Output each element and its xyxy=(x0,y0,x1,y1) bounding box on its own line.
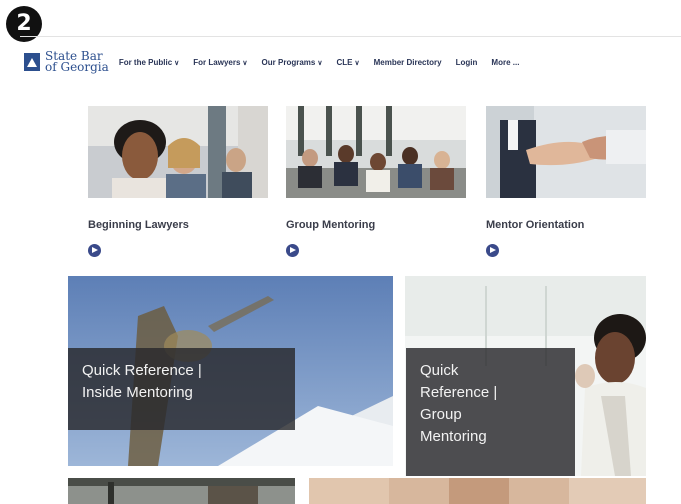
tile-label-line: Group xyxy=(420,406,462,423)
chevron-down-icon: ∨ xyxy=(174,59,180,67)
nav-for-the-public[interactable]: For the Public ∨ xyxy=(119,58,179,67)
mentor-orientation-photo xyxy=(486,106,646,198)
bottom-tile-left[interactable] xyxy=(68,478,295,504)
nav-our-programs[interactable]: Our Programs ∨ xyxy=(262,58,323,67)
site-logo[interactable]: State Bar of Georgia xyxy=(24,50,109,74)
mentor-orientation-image[interactable] xyxy=(486,106,646,198)
logo-text: State Bar of Georgia xyxy=(45,50,109,74)
nav-label: For Lawyers xyxy=(193,57,241,67)
card-title-mentor-orientation[interactable]: Mentor Orientation xyxy=(486,219,584,231)
card-title-beginning-lawyers[interactable]: Beginning Lawyers xyxy=(88,219,189,231)
chevron-down-icon: ∨ xyxy=(317,59,323,67)
arrow-right-icon[interactable] xyxy=(486,244,499,257)
inside-mentoring-tile[interactable]: Quick Reference | Inside Mentoring xyxy=(68,276,393,466)
logo-line2: of Georgia xyxy=(45,60,109,74)
nav-label: For the Public xyxy=(118,57,173,67)
card-title-group-mentoring[interactable]: Group Mentoring xyxy=(286,219,375,231)
arrow-right-icon[interactable] xyxy=(88,244,101,257)
beginning-lawyers-photo xyxy=(88,106,268,198)
nav-label: Login xyxy=(455,57,478,67)
nav-label: CLE xyxy=(336,57,353,67)
chevron-down-icon: ∨ xyxy=(242,59,248,67)
group-mentoring-photo xyxy=(286,106,466,198)
nav-member-directory[interactable]: Member Directory xyxy=(374,58,442,67)
header-divider xyxy=(20,36,681,37)
bottom-right-photo xyxy=(309,478,646,504)
nav-more[interactable]: More ... xyxy=(491,58,519,67)
tile-label-line: Quick Reference | xyxy=(82,362,202,379)
nav-label: Member Directory xyxy=(373,57,442,67)
arrow-right-icon[interactable] xyxy=(286,244,299,257)
top-nav: State Bar of Georgia For the Public ∨ For… xyxy=(24,48,681,76)
nav-login[interactable]: Login xyxy=(456,58,478,67)
tile-label-line: Mentoring xyxy=(420,428,487,445)
group-mentoring-label: Quick Reference | Group Mentoring xyxy=(406,348,575,476)
tile-label-line: Inside Mentoring xyxy=(82,384,193,401)
nav-label: More ... xyxy=(491,57,520,67)
nav-cle[interactable]: CLE ∨ xyxy=(336,58,359,67)
state-bar-logo-icon xyxy=(24,53,40,71)
tile-label-line: Reference | xyxy=(420,384,498,401)
beginning-lawyers-image[interactable] xyxy=(88,106,268,198)
bottom-tile-right[interactable] xyxy=(309,478,646,504)
group-mentoring-tile[interactable]: Quick Reference | Group Mentoring xyxy=(405,276,646,476)
chevron-down-icon: ∨ xyxy=(354,59,360,67)
tile-label-line: Quick xyxy=(420,362,459,379)
inside-mentoring-label: Quick Reference | Inside Mentoring xyxy=(68,348,295,430)
group-mentoring-image[interactable] xyxy=(286,106,466,198)
nav-label: Our Programs xyxy=(261,57,316,67)
bottom-left-photo xyxy=(68,478,295,504)
nav-for-lawyers[interactable]: For Lawyers ∨ xyxy=(193,58,247,67)
